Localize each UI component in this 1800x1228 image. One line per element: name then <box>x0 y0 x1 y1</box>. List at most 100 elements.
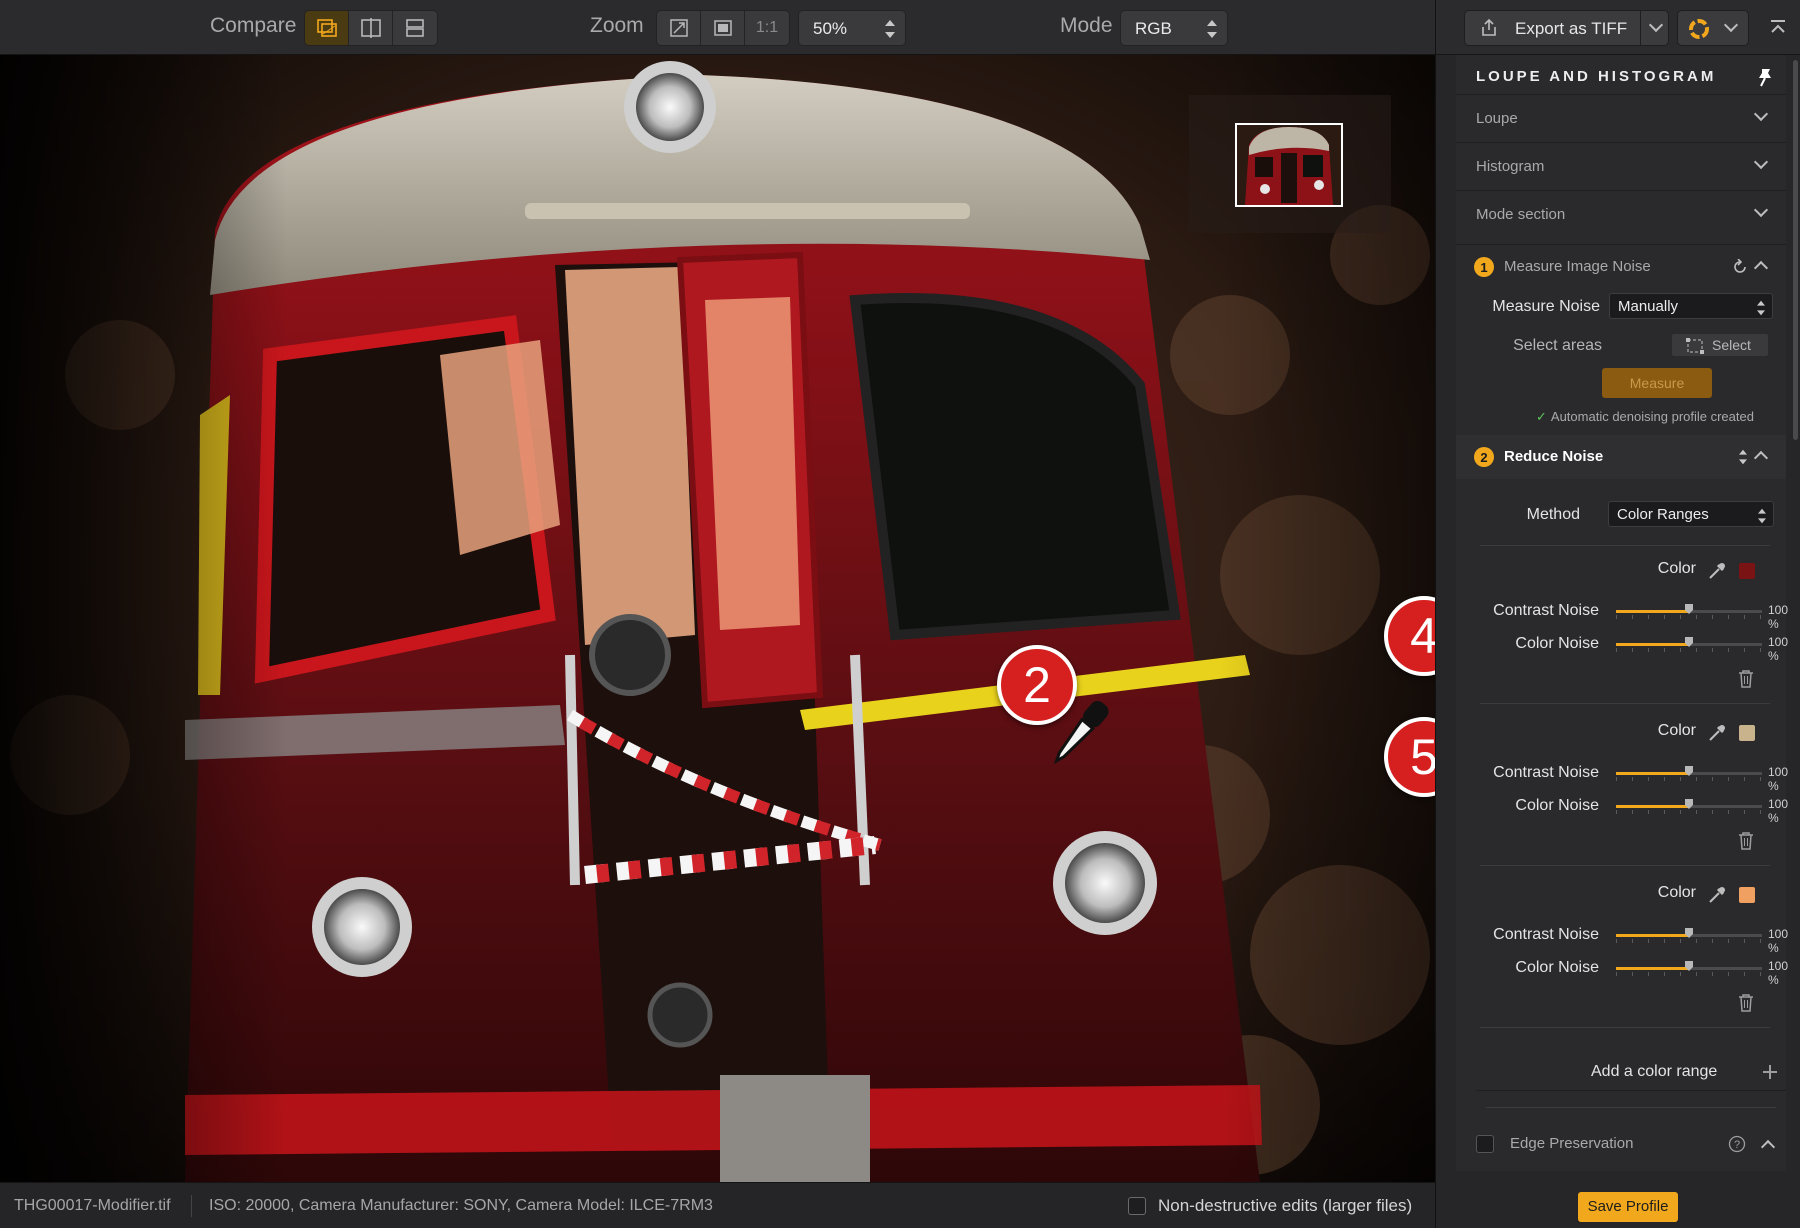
contrast-noise-slider[interactable] <box>1616 604 1762 619</box>
section-mode[interactable]: Mode section <box>1456 190 1786 238</box>
app-menu-button[interactable] <box>1677 10 1749 46</box>
section-title: Reduce Noise <box>1504 448 1604 465</box>
add-color-range-button[interactable]: Add a color range <box>1591 1060 1781 1086</box>
slider-ticks <box>1616 777 1762 781</box>
zoom-fill-button[interactable] <box>701 11 745 45</box>
pin-icon[interactable] <box>1756 67 1774 87</box>
contrast-noise-value: 100 % <box>1768 603 1789 631</box>
color-noise-label: Color Noise <box>1515 635 1599 652</box>
zoom-fill-icon <box>713 20 732 36</box>
trash-icon[interactable] <box>1737 669 1755 689</box>
eyedropper-icon[interactable] <box>1707 885 1727 905</box>
color-noise-label: Color Noise <box>1515 959 1599 976</box>
compare-split-horizontal-button[interactable] <box>393 11 437 45</box>
color-noise-label: Color Noise <box>1515 797 1599 814</box>
stepper-arrows-icon <box>1758 508 1766 524</box>
reorder-arrows-icon[interactable] <box>1739 449 1747 465</box>
image-viewport[interactable] <box>0 55 1435 1182</box>
color-noise-value: 100 % <box>1768 797 1789 825</box>
color-swatch[interactable] <box>1739 725 1755 741</box>
select-areas-button[interactable]: Select <box>1671 333 1769 357</box>
slider-fill <box>1616 934 1689 937</box>
section-histogram[interactable]: Histogram <box>1456 142 1786 190</box>
selection-marquee-icon <box>1686 338 1704 354</box>
compare-overlay-icon <box>316 19 337 37</box>
status-separator <box>191 1195 192 1217</box>
slider-ticks <box>1616 615 1762 619</box>
step-badge: 1 <box>1474 257 1494 277</box>
select-areas-label: Select areas <box>1513 337 1602 354</box>
slider-fill <box>1616 610 1689 613</box>
share-export-icon <box>1482 18 1496 36</box>
export-dropdown-chevron-icon[interactable] <box>1648 17 1664 33</box>
chevron-down-icon <box>1753 202 1769 218</box>
compare-overlay-button[interactable] <box>305 11 349 45</box>
navigator-preview <box>1237 125 1341 205</box>
status-bar: THG00017-Modifier.tif ISO: 20000, Camera… <box>0 1182 1435 1228</box>
export-button[interactable]: Export as TIFF <box>1464 10 1669 46</box>
contrast-noise-slider[interactable] <box>1616 928 1762 943</box>
method-select[interactable]: Color Ranges <box>1608 501 1774 527</box>
color-noise-slider[interactable] <box>1616 961 1762 976</box>
color-label: Color <box>1657 884 1696 901</box>
color-noise-value: 100 % <box>1768 959 1789 987</box>
non-destructive-checkbox[interactable] <box>1128 1197 1146 1215</box>
measure-noise-select[interactable]: Manually <box>1609 293 1773 319</box>
chevron-up-icon[interactable] <box>1760 1139 1776 1155</box>
zoom-one-to-one-button[interactable]: 1:1 <box>745 11 789 45</box>
panel-content: LOUPE AND HISTOGRAM Loupe Histogram Mode… <box>1456 55 1789 1171</box>
divider <box>1480 1027 1770 1028</box>
help-icon[interactable]: ? <box>1728 1135 1746 1153</box>
trash-icon[interactable] <box>1737 831 1755 851</box>
chevron-up-icon[interactable] <box>1753 450 1769 466</box>
trash-icon[interactable] <box>1737 993 1755 1013</box>
navigator-viewport-frame[interactable] <box>1235 123 1343 207</box>
zoom-fit-button[interactable] <box>657 11 701 45</box>
non-destructive-label: Non-destructive edits (larger files) <box>1158 1196 1413 1215</box>
method-value: Color Ranges <box>1617 506 1709 523</box>
slider-fill <box>1616 805 1689 808</box>
zoom-segmented-control: 1:1 <box>656 10 790 46</box>
section-label: Mode section <box>1476 206 1566 223</box>
color-noise-value: 100 % <box>1768 635 1789 663</box>
image-metadata: ISO: 20000, Camera Manufacturer: SONY, C… <box>209 1197 713 1214</box>
color-swatch[interactable] <box>1739 563 1755 579</box>
contrast-noise-label: Contrast Noise <box>1493 602 1599 619</box>
top-toolbar: Compare Zoom 1:1 50% Mode RGB <box>0 0 1435 55</box>
section-measure-noise-header[interactable]: 1 Measure Image Noise <box>1456 244 1786 288</box>
edge-preservation-checkbox[interactable] <box>1476 1135 1494 1153</box>
zoom-level-dropdown[interactable]: 50% <box>798 10 906 46</box>
reset-icon[interactable] <box>1732 259 1748 275</box>
section-loupe[interactable]: Loupe <box>1456 94 1786 142</box>
color-swatch[interactable] <box>1739 887 1755 903</box>
divider <box>1480 865 1770 866</box>
measure-noise-value: Manually <box>1618 298 1679 315</box>
contrast-noise-label: Contrast Noise <box>1493 764 1599 781</box>
mode-dropdown[interactable]: RGB <box>1120 10 1228 46</box>
color-noise-slider[interactable] <box>1616 799 1762 814</box>
divider <box>1480 703 1770 704</box>
slider-fill <box>1616 967 1689 970</box>
edge-preservation-row[interactable]: Edge Preservation ? <box>1476 1130 1786 1160</box>
measure-button[interactable]: Measure <box>1602 368 1712 398</box>
app-menu-chevron-icon <box>1723 17 1739 33</box>
compare-split-vertical-button[interactable] <box>349 11 393 45</box>
stepper-arrows-icon <box>1207 20 1217 38</box>
section-reduce-noise-header[interactable]: 2 Reduce Noise <box>1456 435 1786 479</box>
zoom-label: Zoom <box>590 14 644 37</box>
export-split-divider <box>1640 11 1641 45</box>
panel-scrollbar[interactable] <box>1793 60 1798 440</box>
eyedropper-icon[interactable] <box>1707 723 1727 743</box>
contrast-noise-slider[interactable] <box>1616 766 1762 781</box>
navigator-thumbnail[interactable] <box>1189 95 1391 233</box>
slider-ticks <box>1616 939 1762 943</box>
slider-fill <box>1616 772 1689 775</box>
chevron-up-icon[interactable] <box>1753 260 1769 276</box>
contrast-noise-label: Contrast Noise <box>1493 926 1599 943</box>
save-profile-button[interactable]: Save Profile <box>1578 1192 1678 1222</box>
eyedropper-icon[interactable] <box>1707 561 1727 581</box>
chevron-down-icon <box>1753 154 1769 170</box>
svg-text:?: ? <box>1734 1139 1740 1151</box>
color-noise-slider[interactable] <box>1616 637 1762 652</box>
collapse-panel-icon[interactable] <box>1769 19 1787 35</box>
